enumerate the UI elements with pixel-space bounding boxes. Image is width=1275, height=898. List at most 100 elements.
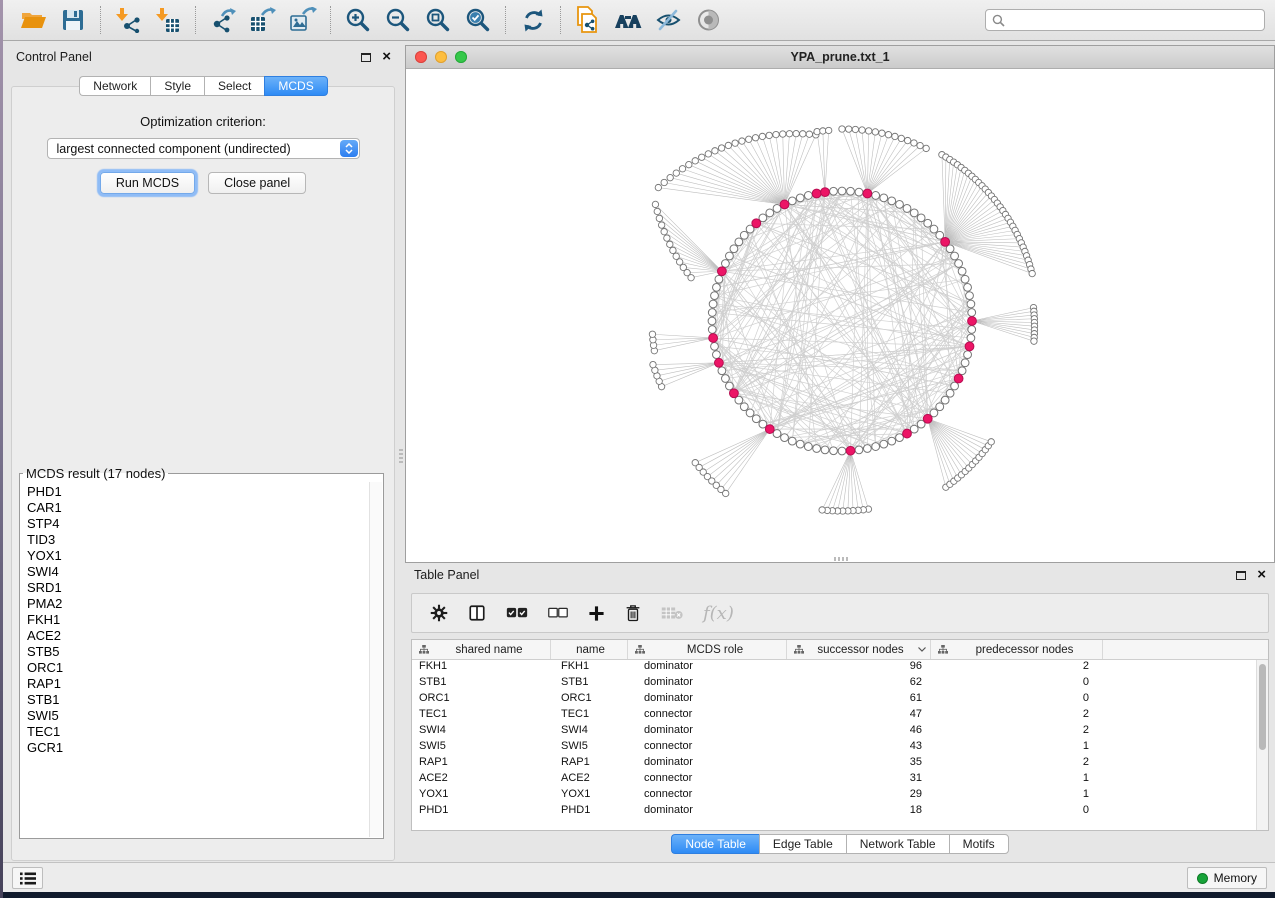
close-panel-icon[interactable]: × bbox=[1257, 570, 1266, 580]
cell-shared-name[interactable]: PHD1 bbox=[412, 804, 551, 820]
mcds-result-item[interactable]: TEC1 bbox=[27, 724, 368, 740]
cell-successor-nodes[interactable]: 29 bbox=[787, 788, 931, 804]
show-columns-button[interactable] bbox=[468, 604, 486, 622]
network-graph[interactable] bbox=[406, 69, 1274, 563]
panel-splitter-grip[interactable] bbox=[834, 557, 850, 561]
export-image-button[interactable] bbox=[283, 3, 323, 37]
mcds-result-item[interactable]: YOX1 bbox=[27, 548, 368, 564]
cell-shared-name[interactable]: YOX1 bbox=[412, 788, 551, 804]
memory-button[interactable]: Memory bbox=[1187, 867, 1267, 889]
zoom-selected-button[interactable] bbox=[458, 3, 498, 37]
node-table-row[interactable]: STB1STB1dominator620 bbox=[412, 676, 1268, 692]
cell-MCDS-role[interactable]: dominator bbox=[628, 676, 787, 692]
cell-MCDS-role[interactable]: connector bbox=[628, 772, 787, 788]
node-table-row[interactable]: SWI5SWI5connector431 bbox=[412, 740, 1268, 756]
export-table-button[interactable] bbox=[243, 3, 283, 37]
binoculars-button[interactable] bbox=[608, 3, 648, 37]
cell-MCDS-role[interactable]: connector bbox=[628, 740, 787, 756]
node-table-row[interactable]: YOX1YOX1connector291 bbox=[412, 788, 1268, 804]
add-column-button[interactable] bbox=[588, 605, 605, 622]
cell-successor-nodes[interactable]: 96 bbox=[787, 660, 931, 676]
close-panel-button[interactable]: Close panel bbox=[208, 172, 306, 194]
deselect-all-button[interactable] bbox=[548, 607, 568, 619]
import-table-button[interactable] bbox=[148, 3, 188, 37]
cell-MCDS-role[interactable]: dominator bbox=[628, 692, 787, 708]
export-network-button[interactable] bbox=[203, 3, 243, 37]
maximize-window-icon[interactable] bbox=[455, 51, 467, 63]
cell-predecessor-nodes[interactable]: 0 bbox=[931, 692, 1103, 708]
cell-predecessor-nodes[interactable]: 2 bbox=[931, 660, 1103, 676]
cell-predecessor-nodes[interactable]: 0 bbox=[931, 676, 1103, 692]
cell-shared-name[interactable]: ORC1 bbox=[412, 692, 551, 708]
mcds-result-item[interactable]: STP4 bbox=[27, 516, 368, 532]
cell-MCDS-role[interactable]: dominator bbox=[628, 756, 787, 772]
mcds-result-item[interactable]: PHD1 bbox=[27, 484, 368, 500]
tab-network-table[interactable]: Network Table bbox=[846, 834, 949, 854]
mcds-result-item[interactable]: PMA2 bbox=[27, 596, 368, 612]
cell-MCDS-role[interactable]: dominator bbox=[628, 660, 787, 676]
cell-name[interactable]: SWI5 bbox=[551, 740, 628, 756]
search-input[interactable] bbox=[1010, 13, 1258, 27]
cell-name[interactable]: ACE2 bbox=[551, 772, 628, 788]
settings-gear-button[interactable] bbox=[430, 604, 448, 622]
cell-shared-name[interactable]: SWI4 bbox=[412, 724, 551, 740]
refresh-button[interactable] bbox=[513, 3, 553, 37]
delete-button[interactable] bbox=[625, 604, 641, 622]
cell-shared-name[interactable]: FKH1 bbox=[412, 660, 551, 676]
cell-successor-nodes[interactable]: 46 bbox=[787, 724, 931, 740]
node-table-row[interactable]: TEC1TEC1connector472 bbox=[412, 708, 1268, 724]
node-table-row[interactable]: ORC1ORC1dominator610 bbox=[412, 692, 1268, 708]
cell-predecessor-nodes[interactable]: 2 bbox=[931, 708, 1103, 724]
task-history-button[interactable] bbox=[12, 867, 43, 889]
network-canvas[interactable] bbox=[406, 69, 1274, 562]
column-header-successor-nodes[interactable]: successor nodes bbox=[787, 640, 931, 659]
mcds-result-item[interactable]: FKH1 bbox=[27, 612, 368, 628]
save-button[interactable] bbox=[53, 3, 93, 37]
table-scrollbar-thumb[interactable] bbox=[1259, 664, 1266, 750]
optimization-criterion-select[interactable]: largest connected component (undirected) bbox=[47, 138, 360, 159]
cell-name[interactable]: YOX1 bbox=[551, 788, 628, 804]
cell-predecessor-nodes[interactable]: 2 bbox=[931, 724, 1103, 740]
cell-name[interactable]: SWI4 bbox=[551, 724, 628, 740]
node-table-row[interactable]: FKH1FKH1dominator962 bbox=[412, 660, 1268, 676]
cell-shared-name[interactable]: ACE2 bbox=[412, 772, 551, 788]
tab-mcds[interactable]: MCDS bbox=[264, 76, 327, 96]
zoom-out-button[interactable] bbox=[378, 3, 418, 37]
mcds-result-item[interactable]: SWI5 bbox=[27, 708, 368, 724]
cell-predecessor-nodes[interactable]: 1 bbox=[931, 740, 1103, 756]
mcds-result-item[interactable]: STB1 bbox=[27, 692, 368, 708]
network-window-titlebar[interactable]: YPA_prune.txt_1 bbox=[406, 46, 1274, 69]
mcds-result-item[interactable]: SRD1 bbox=[27, 580, 368, 596]
column-header-name[interactable]: name bbox=[551, 640, 628, 659]
panel-splitter-grip[interactable] bbox=[399, 449, 403, 465]
cell-shared-name[interactable]: RAP1 bbox=[412, 756, 551, 772]
cell-MCDS-role[interactable]: connector bbox=[628, 788, 787, 804]
cell-shared-name[interactable]: SWI5 bbox=[412, 740, 551, 756]
cell-predecessor-nodes[interactable]: 0 bbox=[931, 804, 1103, 820]
node-table-row[interactable]: SWI4SWI4dominator462 bbox=[412, 724, 1268, 740]
cell-successor-nodes[interactable]: 31 bbox=[787, 772, 931, 788]
mcds-result-item[interactable]: GCR1 bbox=[27, 740, 368, 756]
import-network-button[interactable] bbox=[108, 3, 148, 37]
float-panel-icon[interactable] bbox=[1236, 571, 1246, 580]
cell-predecessor-nodes[interactable]: 1 bbox=[931, 788, 1103, 804]
mcds-result-item[interactable]: RAP1 bbox=[27, 676, 368, 692]
hide-details-button[interactable] bbox=[648, 3, 688, 37]
tab-motifs[interactable]: Motifs bbox=[949, 834, 1009, 854]
cell-name[interactable]: FKH1 bbox=[551, 660, 628, 676]
cell-MCDS-role[interactable]: dominator bbox=[628, 724, 787, 740]
cell-shared-name[interactable]: STB1 bbox=[412, 676, 551, 692]
node-table-row[interactable]: RAP1RAP1dominator352 bbox=[412, 756, 1268, 772]
mcds-result-item[interactable]: SWI4 bbox=[27, 564, 368, 580]
table-scrollbar[interactable] bbox=[1256, 660, 1268, 830]
cell-name[interactable]: STB1 bbox=[551, 676, 628, 692]
cell-MCDS-role[interactable]: dominator bbox=[628, 804, 787, 820]
result-list-scrollbar[interactable] bbox=[369, 482, 382, 837]
cell-name[interactable]: RAP1 bbox=[551, 756, 628, 772]
open-folder-button[interactable] bbox=[13, 3, 53, 37]
tab-style[interactable]: Style bbox=[150, 76, 204, 96]
select-all-button[interactable] bbox=[506, 606, 528, 620]
cell-successor-nodes[interactable]: 62 bbox=[787, 676, 931, 692]
run-mcds-button[interactable]: Run MCDS bbox=[100, 172, 195, 194]
cell-successor-nodes[interactable]: 47 bbox=[787, 708, 931, 724]
